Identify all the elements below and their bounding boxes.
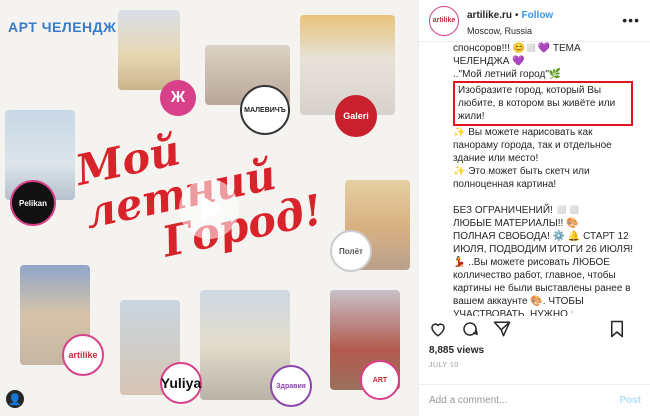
more-options-icon[interactable]: ••• <box>622 12 640 28</box>
caption-text: БЕЗ ОГРАНИЧЕНИЙ! ◻️◻️ <box>453 205 581 216</box>
avatar[interactable]: artilike <box>429 5 459 36</box>
post-date[interactable]: JULY 10 <box>429 362 459 369</box>
username-link[interactable]: artilike.ru <box>467 10 512 21</box>
sketch-spire <box>118 10 180 90</box>
separator-dot: • <box>515 10 519 21</box>
highlighted-caption: Изобразите город, который Вы любите, в к… <box>453 81 633 126</box>
sponsor-logo: Полёт <box>330 230 372 272</box>
caption: спонсоров!!! 😊◻️💜 ТЕМА ЧЕЛЕНДЖА 💜 .."Мой… <box>419 42 650 316</box>
share-icon[interactable] <box>493 320 511 338</box>
caption-text: ЛЮБЫЕ МАТЕРИАЛЫ!! 🎨 <box>453 218 579 229</box>
caption-text: ✨ Вы можете нарисовать как панораму горо… <box>453 127 612 164</box>
brand-title: АРТ ЧЕЛЕНДЖ <box>8 19 117 35</box>
view-count[interactable]: 8,885 views <box>429 345 484 356</box>
post-button[interactable]: Post <box>619 395 641 406</box>
sponsor-logo: Pelikan <box>10 180 56 226</box>
sponsor-logo: artilike <box>62 334 104 376</box>
heart-icon[interactable] <box>429 320 447 338</box>
location-link[interactable]: Moscow, Russia <box>467 26 553 36</box>
sponsor-logo: Yuliya <box>160 362 202 404</box>
caption-text: .."Мой летний город"🌿 <box>453 69 562 80</box>
caption-text: спонсоров!!! 😊◻️💜 ТЕМА ЧЕЛЕНДЖА 💜 <box>453 43 581 67</box>
sponsor-logo: Здравия <box>270 365 312 407</box>
sponsor-logo: Ж <box>160 80 196 116</box>
post-media[interactable]: АРТ ЧЕЛЕНДЖ Ж МАЛЕВИЧЪ Galeri Pelikan По… <box>0 0 418 416</box>
play-icon[interactable] <box>179 179 239 239</box>
comment-input[interactable]: Add a comment... <box>429 395 619 406</box>
follow-button[interactable]: Follow <box>522 10 554 21</box>
post-header: artilike artilike.ru • Follow Moscow, Russ… <box>419 0 650 42</box>
bookmark-icon[interactable] <box>609 320 625 338</box>
comment-icon[interactable] <box>461 320 479 338</box>
comment-bar: Add a comment... Post <box>419 384 650 416</box>
post-panel: artilike artilike.ru • Follow Moscow, Russ… <box>418 0 650 416</box>
accessibility-icon[interactable]: 👤 <box>6 390 24 408</box>
action-bar <box>419 318 650 340</box>
caption-text: ПОЛНАЯ СВОБОДА! ⚙️ 🔔 СТАРТ 12 ИЮЛЯ, ПОДВ… <box>453 231 633 316</box>
sponsor-logo: ART <box>360 360 400 400</box>
caption-text: ✨ Это может быть скетч или полноценная к… <box>453 166 590 190</box>
